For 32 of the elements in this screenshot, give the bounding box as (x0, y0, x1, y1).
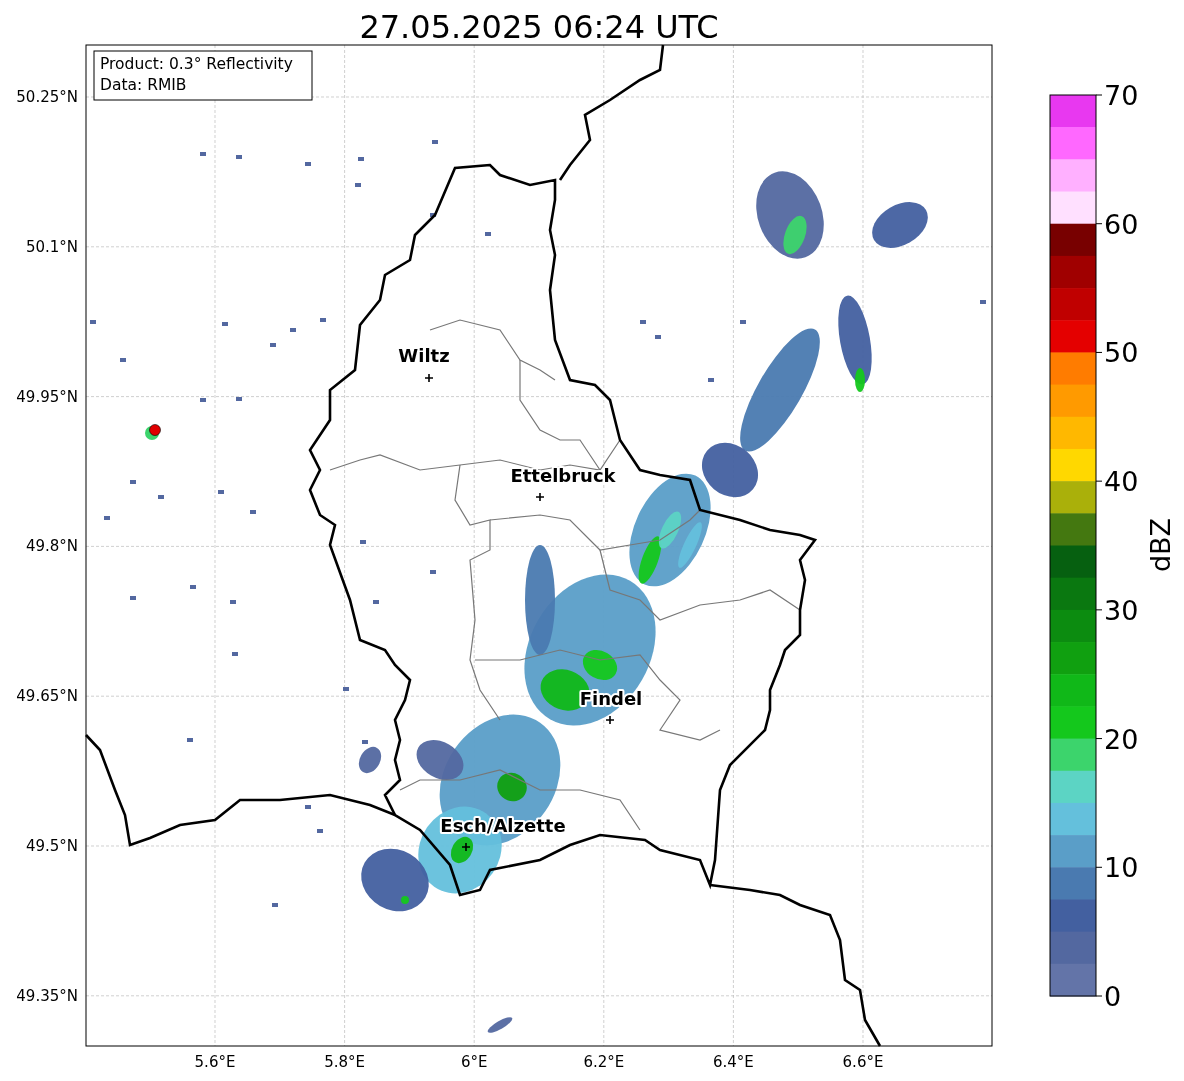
colorbar-tick-label: 40 (1104, 466, 1139, 498)
colorbar-tick-label: 30 (1104, 594, 1139, 626)
colorbar-label: dBZ (1145, 517, 1176, 573)
city-marker-icon (605, 715, 615, 725)
axis-tick-label: 6.2°E (583, 1053, 625, 1071)
axis-tick-label: 6°E (460, 1053, 488, 1071)
info-text: Product: 0.3° Reflectivity (100, 55, 293, 73)
axis-tick-label: 50.25°N (16, 88, 78, 106)
colorbar-tick-label: 70 (1104, 80, 1139, 111)
axis-tick-label: 5.8°E (324, 1053, 365, 1071)
colorbar-tick-label: 50 (1104, 337, 1139, 369)
city-marker-icon (461, 842, 471, 852)
colorbar-tick-label: 10 (1104, 852, 1139, 884)
city-marker-icon (424, 373, 434, 383)
axis-tick-label: 6.6°E (842, 1053, 884, 1071)
axis-tick-label: 49.65°N (16, 687, 78, 706)
axis-tick-label: 5.6°E (194, 1053, 236, 1071)
info-text: Data: RMIB (100, 76, 187, 94)
axis-tick-label: 49.8°N (25, 537, 78, 556)
colorbar-tick-label: 60 (1104, 208, 1139, 240)
city-label: Ettelbruck (510, 465, 616, 486)
city-label: Wiltz (398, 345, 450, 366)
city-marker-icon (535, 492, 545, 502)
axis-tick-label: 49.5°N (25, 837, 78, 855)
axis-tick-label: 49.95°N (16, 387, 78, 406)
axis-tick-label: 50.1°N (25, 237, 78, 256)
chart-title: 27.05.2025 06:24 UTC (359, 8, 719, 46)
colorbar-tick-label: 0 (1104, 981, 1122, 1012)
axis-tick-label: 6.4°E (713, 1053, 754, 1071)
radar-site-icon (145, 424, 161, 440)
colorbar-tick-label: 20 (1104, 723, 1139, 755)
axis-tick-label: 49.35°N (16, 986, 78, 1005)
